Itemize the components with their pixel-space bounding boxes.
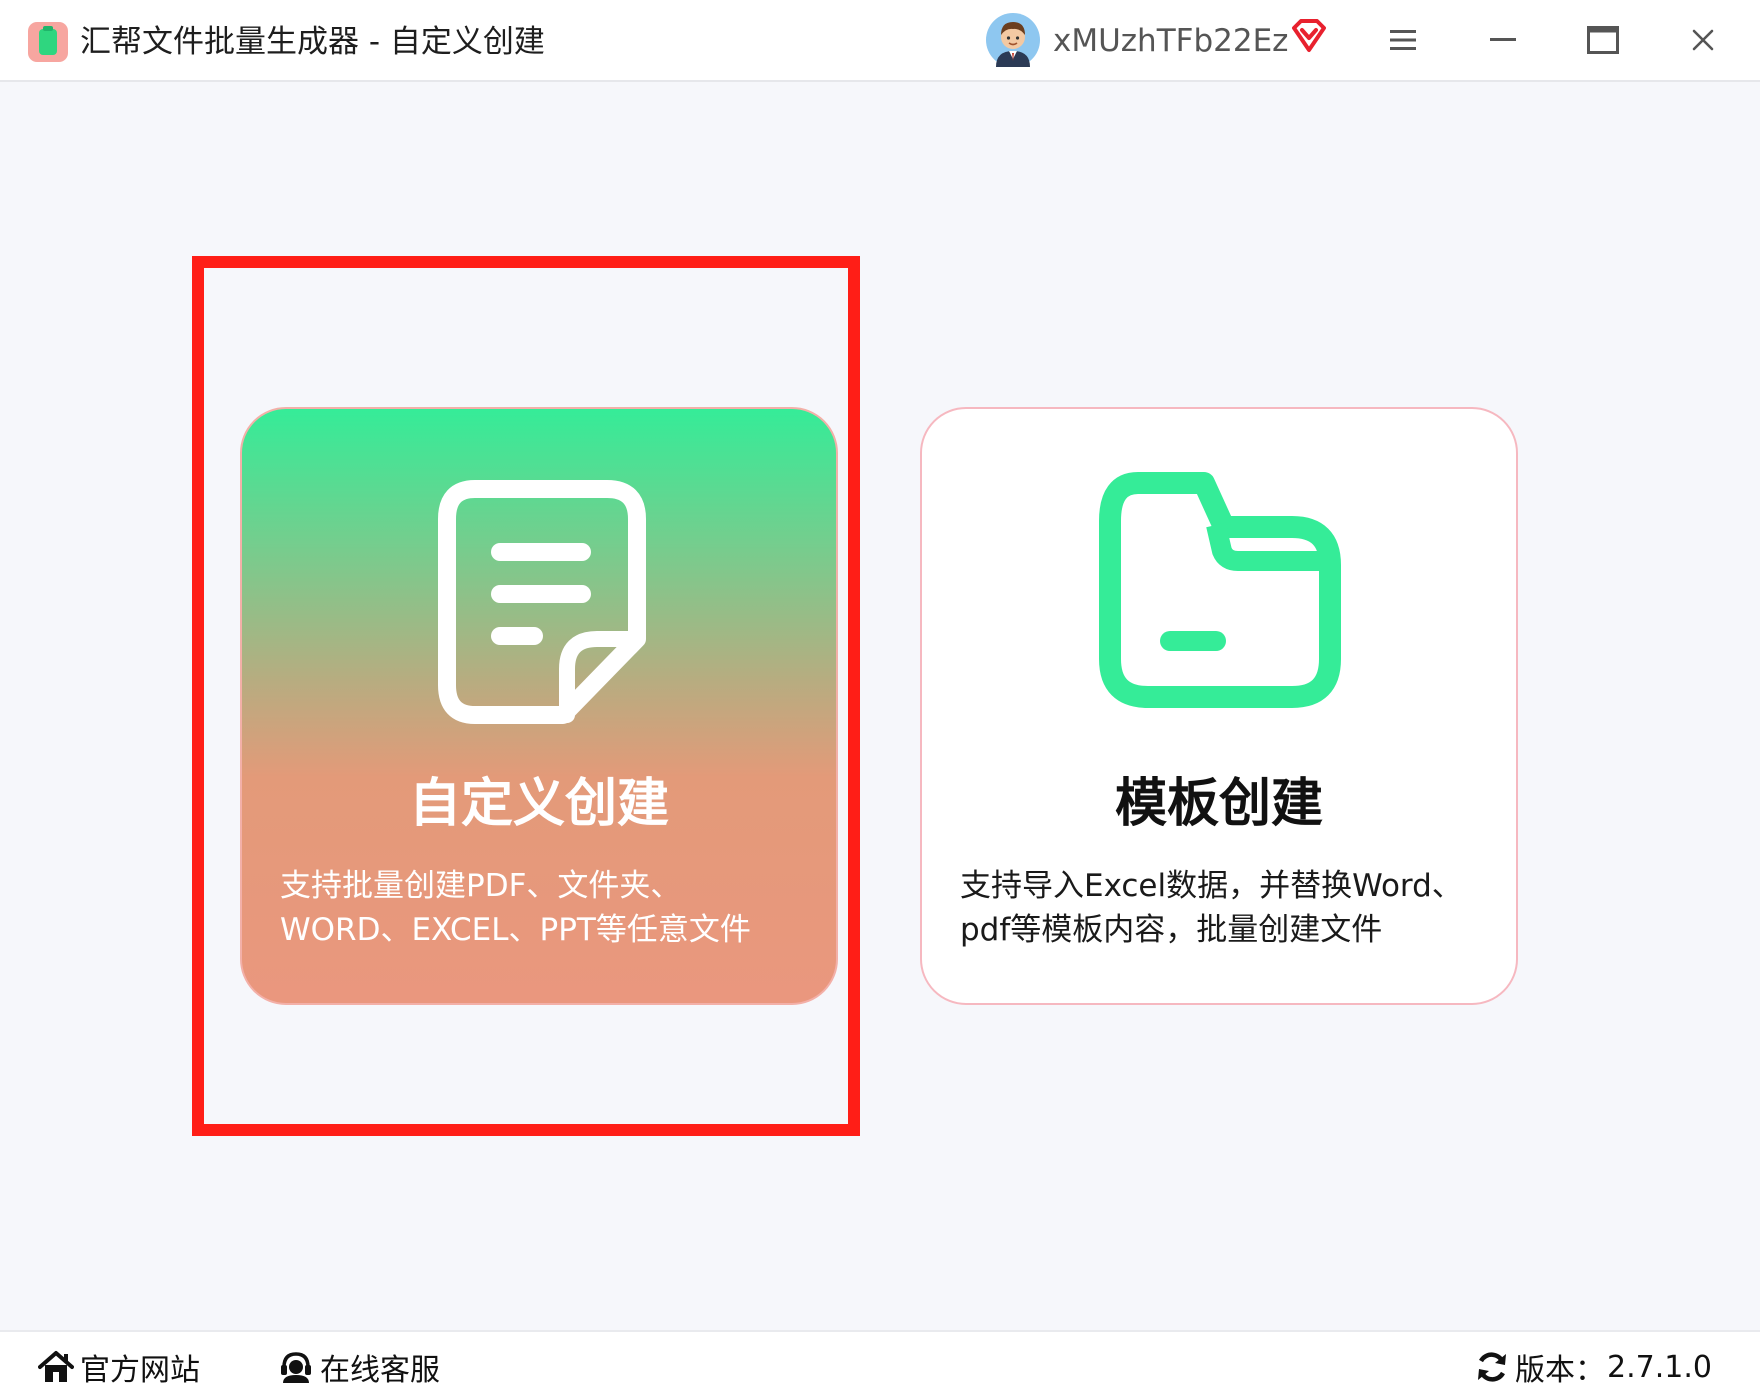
app-logo-icon bbox=[28, 22, 68, 62]
status-footer: 官方网站 在线客服 版本： 2.7.1.0 bbox=[0, 1330, 1760, 1400]
menu-button[interactable] bbox=[1377, 14, 1429, 66]
folder-icon bbox=[1099, 472, 1341, 708]
title-bar: 汇帮文件批量生成器 - 自定义创建 xMUzhTFb22Ez bbox=[0, 0, 1760, 82]
custom-create-card[interactable]: 自定义创建 支持批量创建PDF、文件夹、 WORD、EXCEL、PPT等任意文件 bbox=[240, 407, 838, 1005]
close-button[interactable] bbox=[1677, 14, 1729, 66]
vip-diamond-icon[interactable] bbox=[1290, 18, 1328, 54]
custom-create-description: 支持批量创建PDF、文件夹、 WORD、EXCEL、PPT等任意文件 bbox=[280, 864, 806, 952]
online-service-link[interactable]: 在线客服 bbox=[278, 1346, 440, 1388]
app-window: 汇帮文件批量生成器 - 自定义创建 xMUzhTFb22Ez 自定义创建 支持批… bbox=[0, 0, 1760, 1400]
template-create-description: 支持导入Excel数据，并替换Word、 pdf等模板内容，批量创建文件 bbox=[960, 864, 1486, 952]
close-icon bbox=[1692, 29, 1714, 51]
custom-create-desc-line2: WORD、EXCEL、PPT等任意文件 bbox=[280, 912, 751, 948]
maximize-button[interactable] bbox=[1577, 14, 1629, 66]
username-label[interactable]: xMUzhTFb22Ez bbox=[1053, 20, 1288, 62]
version-label: 版本： bbox=[1515, 1353, 1606, 1388]
template-create-desc-line1: 支持导入Excel数据，并替换Word、 bbox=[960, 868, 1463, 904]
minimize-icon bbox=[1490, 38, 1516, 41]
template-create-title: 模板创建 bbox=[1114, 774, 1323, 834]
custom-create-desc-line1: 支持批量创建PDF、文件夹、 bbox=[280, 868, 682, 904]
custom-create-title: 自定义创建 bbox=[408, 774, 669, 834]
window-title: 汇帮文件批量生成器 - 自定义创建 bbox=[80, 24, 545, 60]
refresh-icon bbox=[1478, 1352, 1507, 1382]
version-value: 2.7.1.0 bbox=[1607, 1349, 1712, 1385]
official-website-link[interactable]: 官方网站 bbox=[38, 1346, 200, 1388]
document-icon bbox=[438, 480, 646, 724]
template-create-card[interactable]: 模板创建 支持导入Excel数据，并替换Word、 pdf等模板内容，批量创建文… bbox=[920, 407, 1518, 1005]
user-avatar[interactable] bbox=[986, 13, 1040, 67]
minimize-button[interactable] bbox=[1477, 14, 1529, 66]
online-service-label: 在线客服 bbox=[320, 1353, 440, 1388]
home-icon bbox=[38, 1351, 74, 1382]
customer-service-icon bbox=[281, 1352, 311, 1383]
version-info[interactable]: 版本： 2.7.1.0 bbox=[1475, 1346, 1712, 1388]
template-create-desc-line2: pdf等模板内容，批量创建文件 bbox=[960, 912, 1383, 948]
menu-icon bbox=[1390, 30, 1416, 50]
maximize-icon bbox=[1587, 26, 1619, 54]
official-website-label: 官方网站 bbox=[80, 1353, 200, 1388]
